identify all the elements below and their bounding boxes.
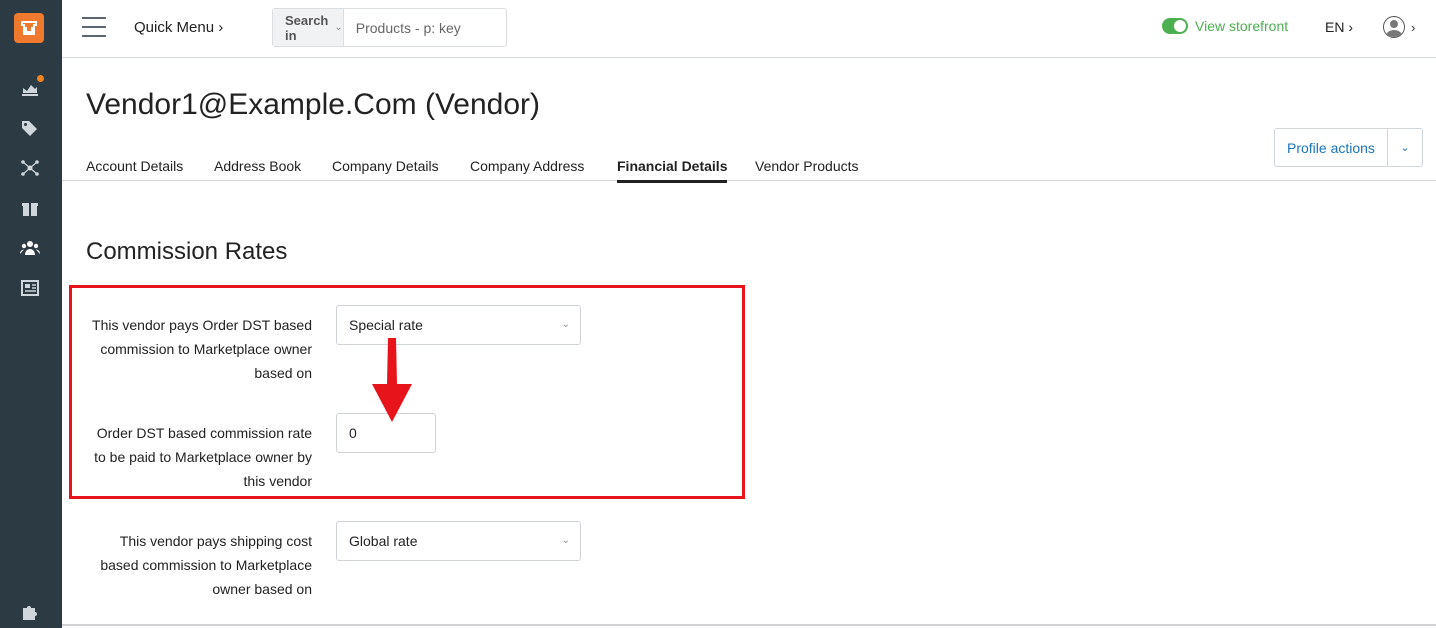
users-icon[interactable] bbox=[19, 237, 41, 259]
sidebar bbox=[0, 0, 62, 628]
user-avatar-icon bbox=[1383, 16, 1405, 38]
search-in-dropdown[interactable]: Search in ⌄ bbox=[273, 9, 344, 46]
quick-menu[interactable]: Quick Menu › bbox=[134, 19, 223, 36]
storefront-toggle-icon[interactable] bbox=[1162, 18, 1188, 34]
page-title: Vendor1@Example.Com (Vendor) bbox=[86, 88, 541, 121]
tab-company-address[interactable]: Company Address bbox=[470, 158, 584, 180]
dashboard-icon[interactable] bbox=[19, 75, 44, 99]
notification-dot bbox=[37, 75, 44, 82]
chevron-down-icon: ⌄ bbox=[561, 319, 570, 330]
order-dst-basis-value: Special rate bbox=[349, 317, 423, 333]
puzzle-icon[interactable] bbox=[19, 600, 41, 622]
tab-bar: Account Details Address Book Company Det… bbox=[62, 148, 1436, 183]
tab-account-details[interactable]: Account Details bbox=[86, 158, 183, 180]
order-dst-basis-label: This vendor pays Order DST based commiss… bbox=[92, 317, 312, 381]
shipping-basis-label: This vendor pays shipping cost based com… bbox=[100, 533, 312, 597]
hamburger-menu-icon[interactable] bbox=[82, 17, 106, 37]
divider bbox=[62, 624, 1436, 626]
logo-icon[interactable] bbox=[14, 13, 44, 43]
order-dst-basis-select[interactable]: Special rate ⌄ bbox=[336, 305, 581, 345]
tab-vendor-products[interactable]: Vendor Products bbox=[755, 158, 859, 180]
order-dst-rate-input[interactable] bbox=[336, 413, 436, 453]
tab-company-details[interactable]: Company Details bbox=[332, 158, 439, 180]
gift-icon[interactable] bbox=[19, 197, 41, 219]
search-in-label: Search in bbox=[285, 12, 329, 43]
search-input[interactable] bbox=[343, 9, 537, 46]
section-title: Commission Rates bbox=[86, 238, 288, 265]
shipping-basis-value: Global rate bbox=[349, 533, 418, 549]
view-storefront-link[interactable]: View storefront bbox=[1162, 18, 1288, 34]
view-storefront-label: View storefront bbox=[1195, 18, 1289, 34]
chevron-down-icon: ⌄ bbox=[334, 22, 343, 33]
annotation-arrow-icon bbox=[372, 338, 412, 422]
tab-financial-details[interactable]: Financial Details bbox=[617, 158, 728, 183]
chevron-down-icon: ⌄ bbox=[561, 535, 570, 546]
language-selector[interactable]: EN › bbox=[1325, 19, 1353, 35]
order-dst-rate-label: Order DST based commission rate to be pa… bbox=[94, 425, 312, 489]
user-menu[interactable]: › bbox=[1383, 16, 1415, 38]
network-icon[interactable] bbox=[19, 157, 41, 179]
search-box: Search in ⌄ bbox=[272, 8, 537, 47]
shipping-basis-select[interactable]: Global rate ⌄ bbox=[336, 521, 581, 561]
tags-icon[interactable] bbox=[19, 117, 41, 139]
tab-address-book[interactable]: Address Book bbox=[214, 158, 301, 180]
top-bar: Quick Menu › Search in ⌄ View storefront… bbox=[62, 0, 1436, 58]
newspaper-icon[interactable] bbox=[19, 277, 41, 299]
user-chevron-icon: › bbox=[1411, 19, 1416, 35]
